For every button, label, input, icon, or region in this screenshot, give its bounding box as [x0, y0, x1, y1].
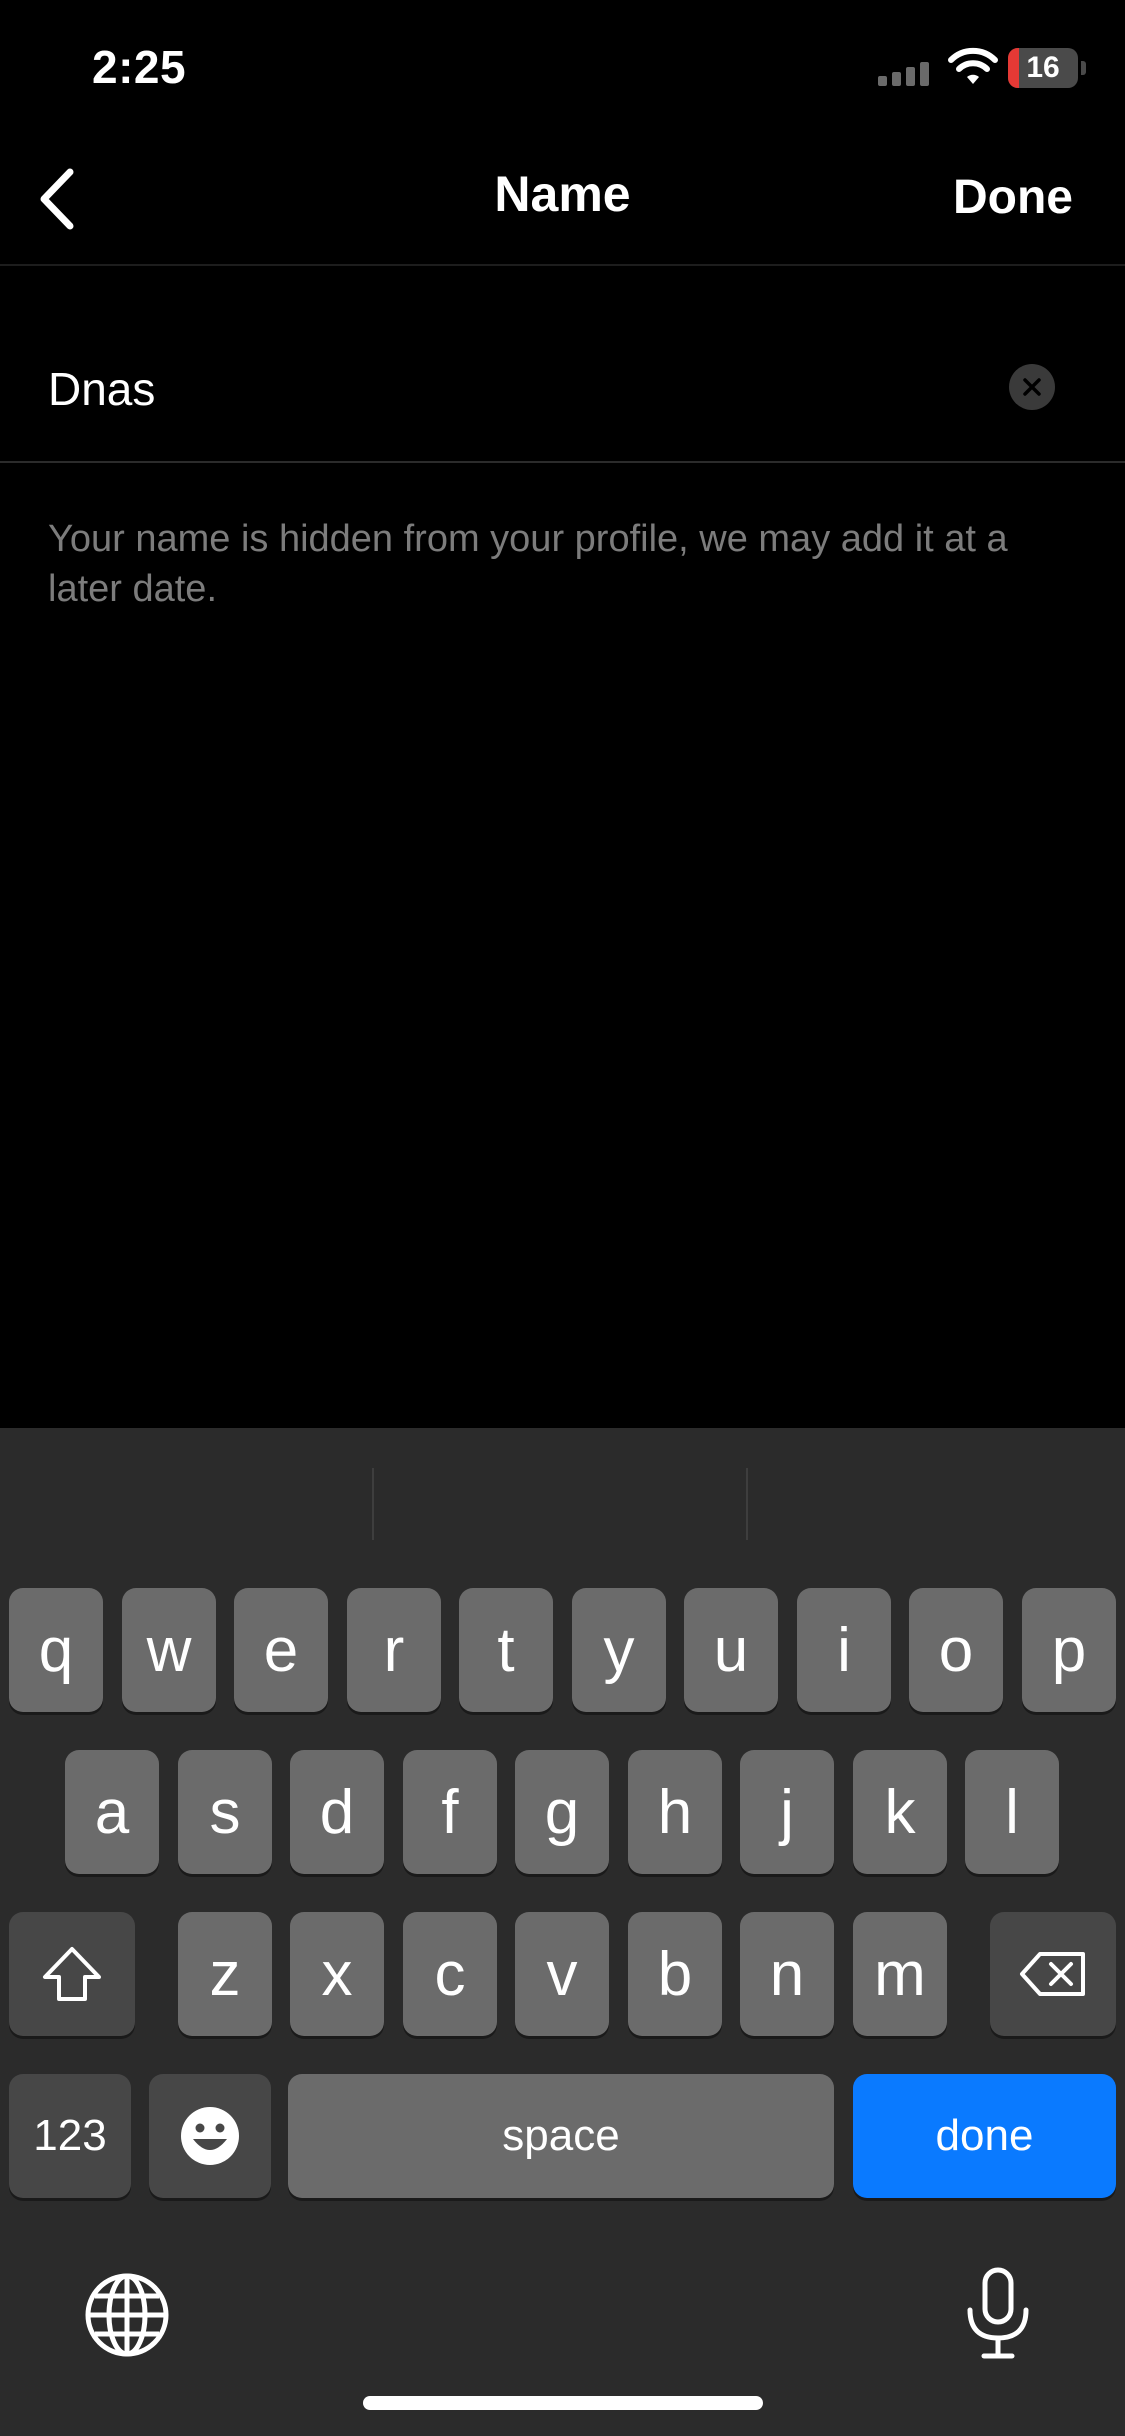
- battery-level: 16: [1026, 51, 1060, 84]
- key-j[interactable]: j: [740, 1750, 834, 1874]
- cellular-signal-icon: [878, 62, 929, 86]
- wifi-icon: [948, 47, 998, 84]
- key-e[interactable]: e: [234, 1588, 328, 1712]
- clear-text-button[interactable]: [1009, 364, 1055, 410]
- suggestion-divider: [746, 1468, 748, 1540]
- key-t[interactable]: t: [459, 1588, 553, 1712]
- field-divider: [0, 461, 1125, 463]
- close-icon: [1023, 378, 1041, 396]
- nav-divider: [0, 264, 1125, 266]
- key-h[interactable]: h: [628, 1750, 722, 1874]
- key-v[interactable]: v: [515, 1912, 609, 2036]
- name-input[interactable]: Dnas: [48, 354, 998, 424]
- key-i[interactable]: i: [797, 1588, 891, 1712]
- key-s[interactable]: s: [178, 1750, 272, 1874]
- key-r[interactable]: r: [347, 1588, 441, 1712]
- key-q[interactable]: q: [9, 1588, 103, 1712]
- space-key[interactable]: space: [288, 2074, 834, 2198]
- key-y[interactable]: y: [572, 1588, 666, 1712]
- key-u[interactable]: u: [684, 1588, 778, 1712]
- key-c[interactable]: c: [403, 1912, 497, 2036]
- key-d[interactable]: d: [290, 1750, 384, 1874]
- key-n[interactable]: n: [740, 1912, 834, 2036]
- suggestion-divider: [372, 1468, 374, 1540]
- key-f[interactable]: f: [403, 1750, 497, 1874]
- keyboard: q w e r t y u i o p a s d f g h j k l z …: [0, 1428, 1125, 2436]
- backspace-key[interactable]: [990, 1912, 1116, 2036]
- key-m[interactable]: m: [853, 1912, 947, 2036]
- key-g[interactable]: g: [515, 1750, 609, 1874]
- status-time: 2:25: [92, 41, 187, 93]
- shift-icon: [43, 1947, 101, 2001]
- key-x[interactable]: x: [290, 1912, 384, 2036]
- microphone-icon: [967, 2267, 1029, 2359]
- home-indicator: [363, 2396, 763, 2410]
- key-a[interactable]: a: [65, 1750, 159, 1874]
- backspace-icon: [1020, 1952, 1085, 1996]
- helper-text: Your name is hidden from your profile, w…: [48, 518, 1008, 610]
- emoji-key[interactable]: [149, 2074, 271, 2198]
- key-z[interactable]: z: [178, 1912, 272, 2036]
- battery-icon: 16: [1008, 48, 1125, 90]
- globe-button[interactable]: [82, 2270, 172, 2360]
- key-o[interactable]: o: [909, 1588, 1003, 1712]
- shift-key[interactable]: [9, 1912, 135, 2036]
- key-p[interactable]: p: [1022, 1588, 1116, 1712]
- numbers-key[interactable]: 123: [9, 2074, 131, 2198]
- keyboard-done-key[interactable]: done: [853, 2074, 1116, 2198]
- microphone-button[interactable]: [960, 2266, 1036, 2362]
- emoji-icon: [181, 2107, 239, 2165]
- globe-icon: [85, 2273, 169, 2357]
- key-k[interactable]: k: [853, 1750, 947, 1874]
- key-b[interactable]: b: [628, 1912, 722, 2036]
- key-l[interactable]: l: [965, 1750, 1059, 1874]
- key-w[interactable]: w: [122, 1588, 216, 1712]
- done-button[interactable]: Done: [953, 170, 1073, 225]
